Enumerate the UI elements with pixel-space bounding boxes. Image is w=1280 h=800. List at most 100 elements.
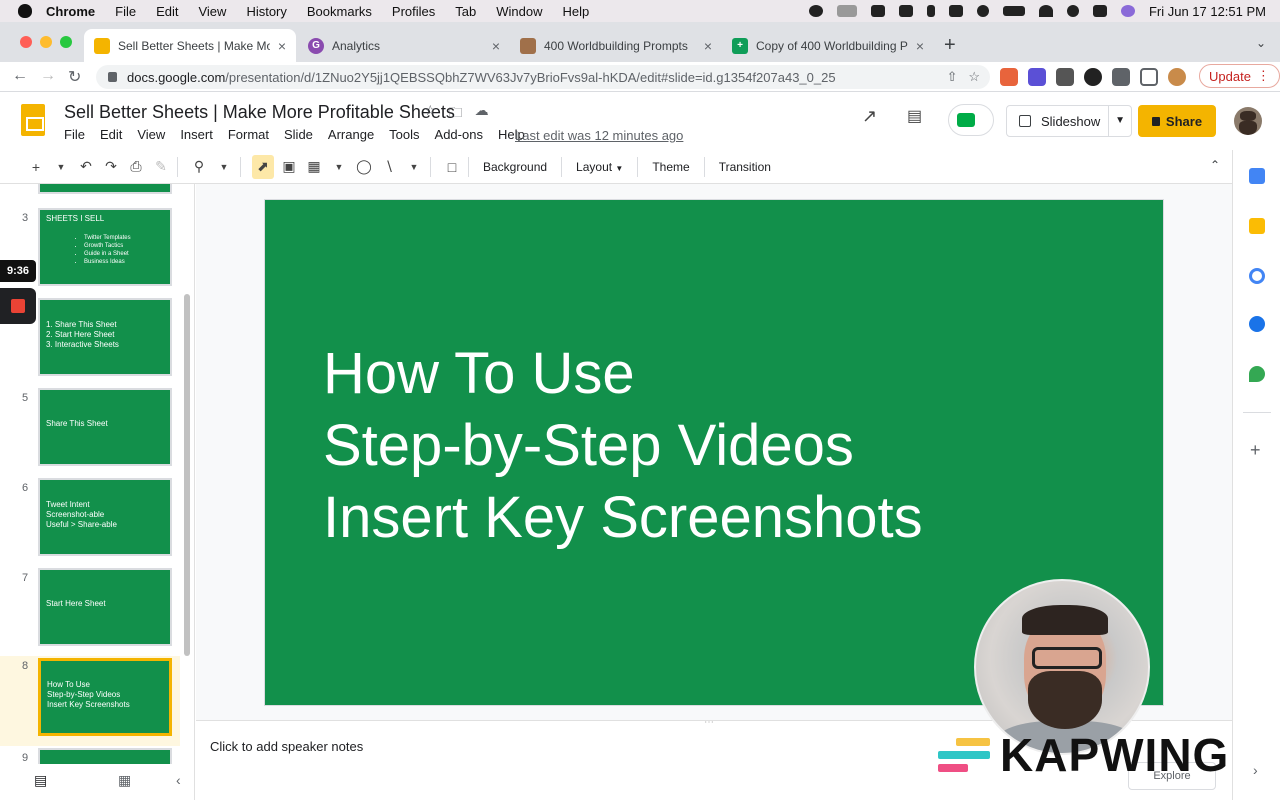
menubar-item-window[interactable]: Window (496, 4, 542, 19)
forward-icon[interactable]: → (40, 67, 56, 85)
tab-copy-worldbuilding[interactable]: + Copy of 400 Worldbuilding Pro × (722, 29, 934, 62)
display-status-icon[interactable] (948, 5, 963, 17)
control-center-icon[interactable] (1092, 5, 1107, 17)
notes-resize-handle[interactable]: ⋯ (704, 717, 714, 728)
docs-menu-slide[interactable]: Slide (284, 127, 313, 142)
menubar-item-bookmarks[interactable]: Bookmarks (307, 4, 372, 19)
menubar-item-history[interactable]: History (246, 4, 286, 19)
slide-thumbnail-8[interactable]: 8 How To Use Step-by-Step Videos Insert … (0, 656, 180, 746)
tab-analytics[interactable]: G Analytics × (298, 29, 510, 62)
share-star-icons[interactable]: ⇧ ☆ (947, 69, 980, 85)
menubar-item-profiles[interactable]: Profiles (392, 4, 435, 19)
search-icon[interactable] (1066, 5, 1079, 17)
extension-icon-1[interactable] (1000, 68, 1018, 86)
menubar-datetime[interactable]: Fri Jun 17 12:51 PM (1149, 4, 1266, 19)
apple-icon[interactable] (18, 4, 32, 18)
image-icon[interactable]: ▦ (304, 155, 324, 179)
slideshow-button[interactable]: Slideshow ▼ (1006, 105, 1132, 137)
document-title[interactable]: Sell Better Sheets | Make More Profitabl… (64, 102, 455, 123)
slide-thumbnail-7[interactable]: 7 Start Here Sheet (0, 568, 180, 654)
docs-menu-addons[interactable]: Add-ons (435, 127, 483, 142)
activity-trend-icon[interactable]: ↗ (862, 106, 877, 127)
cloud-status-icon[interactable] (836, 5, 857, 17)
side-panel-icon[interactable] (1140, 68, 1158, 86)
docs-menu-file[interactable]: File (64, 127, 85, 142)
close-tab-icon[interactable]: × (278, 38, 286, 54)
undo-icon[interactable]: ↶ (76, 155, 96, 179)
contacts-icon[interactable] (1249, 316, 1265, 332)
close-tab-icon[interactable]: × (916, 38, 924, 54)
new-slide-icon[interactable]: + (26, 155, 46, 179)
slides-logo-icon[interactable] (21, 104, 45, 136)
menubar-item-tab[interactable]: Tab (455, 4, 476, 19)
collapse-filmstrip-icon[interactable]: ‹ (176, 772, 181, 788)
battery-icon[interactable] (1002, 6, 1025, 16)
slide-thumbnail-6[interactable]: 6 Tweet Intent Screenshot-able Useful > … (0, 478, 180, 564)
star-icon[interactable]: ☆ (424, 102, 437, 126)
menubar-item-file[interactable]: File (115, 4, 136, 19)
layout-button[interactable]: Layout ▼ (576, 160, 623, 174)
docs-menu-format[interactable]: Format (228, 127, 269, 142)
paint-format-icon[interactable]: ✎ (151, 155, 171, 179)
profile-avatar[interactable] (1168, 68, 1186, 86)
text-box-icon[interactable]: ▣ (279, 155, 299, 179)
reload-icon[interactable]: ↻ (68, 67, 81, 87)
update-button[interactable]: Update ⋮ (1199, 64, 1280, 88)
menubar-item-view[interactable]: View (198, 4, 226, 19)
expand-panel-icon[interactable]: › (1253, 762, 1258, 778)
keep-icon[interactable] (1249, 218, 1265, 234)
docs-menu-insert[interactable]: Insert (180, 127, 213, 142)
new-slide-dropdown-icon[interactable]: ▼ (51, 155, 71, 179)
zoom-window-button[interactable] (60, 36, 72, 48)
select-cursor-icon[interactable]: ⬈ (252, 154, 274, 179)
theme-button[interactable]: Theme (652, 160, 689, 174)
cloud-saved-icon[interactable]: ☁ (475, 102, 489, 126)
extension-icon-3[interactable] (1056, 68, 1074, 86)
slide-thumbnail-5[interactable]: 5 Share This Sheet (0, 388, 180, 474)
slide-thumbnail-9[interactable]: 9 (0, 748, 180, 764)
docs-menu-view[interactable]: View (137, 127, 165, 142)
line-dropdown-icon[interactable]: ▼ (404, 155, 424, 179)
menubar-app-name[interactable]: Chrome (46, 4, 95, 19)
lock-icon[interactable] (108, 72, 117, 82)
minimize-window-button[interactable] (40, 36, 52, 48)
puzzle-icon[interactable] (1112, 68, 1130, 86)
user-avatar[interactable] (1234, 107, 1262, 135)
tab-worldbuilding-prompts[interactable]: 400 Worldbuilding Prompts × (510, 29, 722, 62)
address-bar[interactable]: docs.google.com/presentation/d/1ZNuo2Y5j… (96, 65, 990, 89)
stop-recording-button[interactable] (0, 288, 36, 324)
tasks-icon[interactable] (1249, 268, 1265, 284)
add-comment-icon[interactable]: □ (442, 155, 462, 179)
meet-icon[interactable] (948, 104, 994, 136)
close-tab-icon[interactable]: × (704, 38, 712, 54)
screen-status-icon[interactable] (898, 5, 913, 17)
moon-icon[interactable] (976, 5, 989, 17)
docs-menu-edit[interactable]: Edit (100, 127, 122, 142)
collapse-toolbar-icon[interactable]: ⌃ (1210, 158, 1220, 172)
print-icon[interactable]: ⎙ (126, 155, 146, 179)
docs-menu-arrange[interactable]: Arrange (328, 127, 374, 142)
zoom-icon[interactable]: ⚲ (189, 155, 209, 179)
image-dropdown-icon[interactable]: ▼ (329, 155, 349, 179)
wifi-icon[interactable] (1038, 5, 1053, 17)
tab-search-chevron-icon[interactable]: ⌄ (1256, 36, 1266, 50)
share-button[interactable]: Share (1138, 105, 1216, 137)
maps-icon[interactable] (1249, 366, 1265, 382)
menubar-item-help[interactable]: Help (563, 4, 590, 19)
slideshow-dropdown-icon[interactable]: ▼ (1115, 115, 1125, 126)
extension-icon-2[interactable] (1028, 68, 1046, 86)
siri-icon[interactable] (1120, 5, 1135, 17)
bluetooth-icon[interactable] (926, 5, 935, 17)
back-icon[interactable]: ← (12, 67, 28, 85)
comments-icon[interactable]: ▤ (907, 106, 922, 126)
extension-icon-4[interactable] (1084, 68, 1102, 86)
grid-view-icon[interactable]: ▦ (118, 772, 131, 789)
zoom-dropdown-icon[interactable]: ▼ (214, 155, 234, 179)
filmstrip-view-icon[interactable]: ▤ (34, 772, 47, 789)
background-button[interactable]: Background (483, 160, 547, 174)
gear-status-icon[interactable] (808, 5, 823, 17)
redo-icon[interactable]: ↷ (101, 155, 121, 179)
new-tab-icon[interactable]: + (944, 34, 956, 57)
docs-menu-tools[interactable]: Tools (389, 127, 419, 142)
tab-sell-better-sheets[interactable]: Sell Better Sheets | Make More × (84, 29, 296, 62)
